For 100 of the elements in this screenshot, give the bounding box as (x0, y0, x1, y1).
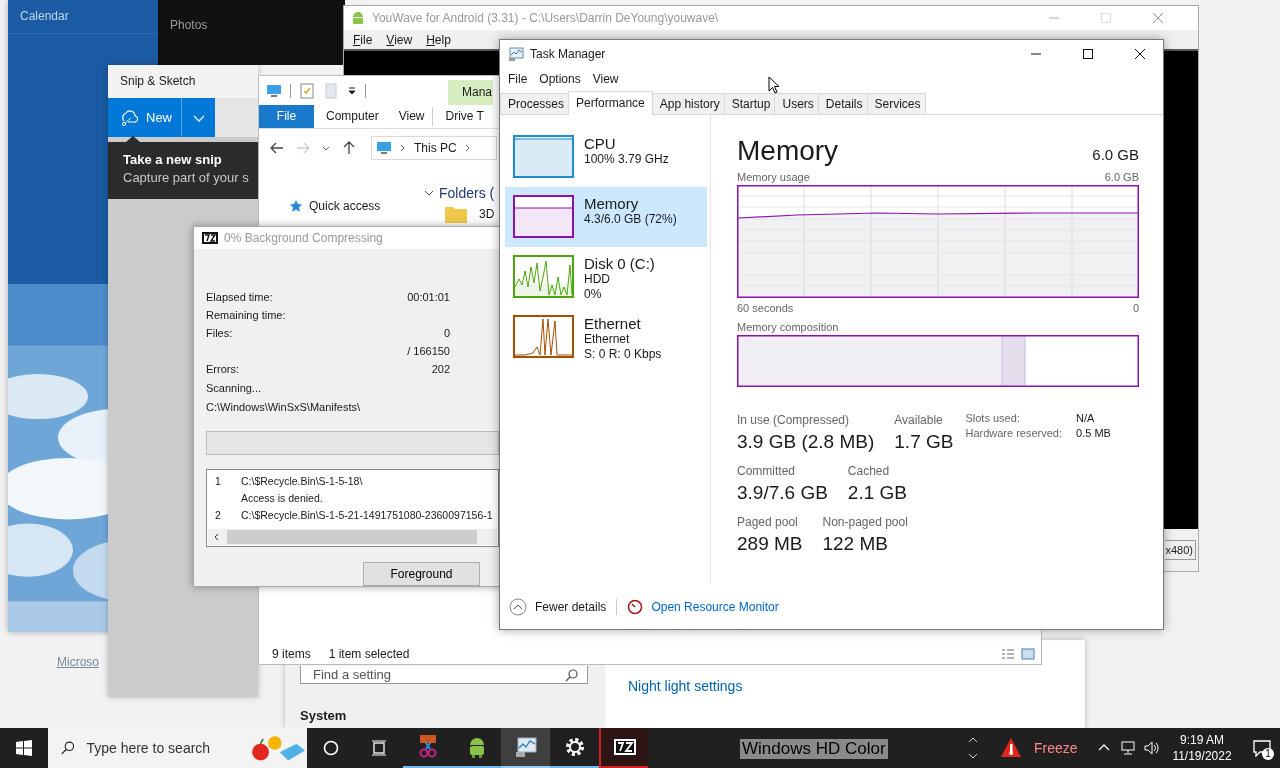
resource-item[interactable]: Ethernet Ethernet S: 0 R: 0 Kbps (505, 307, 707, 367)
stat-label: Paged pool (737, 514, 799, 530)
file-tab[interactable]: File (259, 105, 314, 128)
clock[interactable]: 9:19 AM 11/19/2022 (1164, 728, 1240, 768)
tab[interactable]: Performance (568, 91, 653, 115)
gauge-icon (627, 598, 644, 615)
new-snip-button[interactable]: New (108, 98, 181, 137)
resource-monitor-link[interactable]: Open Resource Monitor (651, 599, 779, 614)
field-label: Errors: (206, 363, 239, 375)
field-label: Remaining time: (206, 309, 286, 321)
resource-name: CPU (584, 135, 617, 152)
window-title: Task Manager (530, 47, 606, 61)
tab[interactable]: Details (817, 93, 868, 114)
stat-value: 1.7 GB (894, 430, 954, 454)
resource-item[interactable]: Memory 4.3/6.0 GB (72%) (505, 187, 707, 247)
scrollbar-thumb[interactable] (227, 530, 477, 544)
menu-item[interactable]: View (592, 72, 619, 86)
stat-value: 2.1 GB (847, 481, 907, 505)
taskbar-app[interactable] (599, 728, 648, 768)
resource-item[interactable]: Disk 0 (C:) HDD 0% (505, 247, 707, 307)
ribbon-tab[interactable]: View (386, 105, 433, 128)
tab[interactable]: Users (774, 93, 819, 114)
computer-icon[interactable] (266, 82, 282, 99)
entry-number: 1 (215, 474, 222, 489)
graph-max: 6.0 GB (1104, 171, 1139, 183)
tab[interactable]: Services (866, 93, 926, 114)
archive-logo-icon (202, 232, 218, 244)
menu-item[interactable]: Help (426, 32, 451, 47)
resource-item[interactable]: CPU 100% 3.79 GHz (505, 127, 707, 187)
status-text: x480) (1165, 540, 1196, 560)
network-icon[interactable] (1120, 740, 1136, 756)
stat-value: 3.9 GB (2.8 MB) (737, 430, 875, 454)
group-header[interactable]: Folders ( (424, 185, 495, 201)
menu-item[interactable]: Options (539, 72, 581, 86)
back-icon[interactable] (269, 140, 285, 156)
horizontal-scrollbar[interactable] (208, 529, 497, 545)
resource-detail: 4.3/6.0 GB (72%) (584, 212, 677, 227)
android-icon (350, 10, 366, 26)
message-icon (1252, 738, 1272, 758)
ribbon-tab[interactable]: Drive T (433, 105, 492, 128)
chevron-up-icon (509, 597, 527, 616)
star-icon (289, 199, 303, 213)
up-icon[interactable] (341, 140, 357, 156)
entry-text: Access is denied. (241, 491, 324, 506)
field-value: 00:01:01 (407, 291, 450, 303)
dropdown-icon[interactable] (347, 85, 357, 96)
notification-count: 1 (1262, 748, 1274, 760)
folder-label[interactable]: 3D (479, 207, 495, 221)
foreground-button[interactable]: Foreground (363, 562, 480, 586)
notifications-button[interactable]: 1 (1244, 728, 1280, 768)
window-title: 0% Background Compressing (224, 231, 383, 245)
time-text: 9:19 AM (1180, 732, 1224, 748)
tab[interactable]: Startup (723, 93, 776, 114)
menu-item[interactable]: View (386, 32, 413, 47)
chevron-right-icon (464, 144, 471, 152)
close-icon[interactable] (1134, 48, 1146, 60)
status-text: 9 items (272, 647, 311, 661)
stat-label: Committed (737, 463, 796, 479)
thermometer-warning-icon (1000, 737, 1022, 759)
tab[interactable]: App history (651, 93, 725, 114)
section-heading: System (300, 708, 348, 723)
stat-label: In use (Compressed) (737, 412, 851, 428)
menu-item[interactable]: File (353, 32, 373, 47)
current-path: C:\Windows\WinSxS\Manifests\ (206, 400, 362, 416)
menu-item[interactable]: File (508, 72, 528, 86)
stat-label: Available (894, 412, 944, 428)
taskbar-app[interactable] (501, 728, 550, 768)
maximize-icon[interactable] (1082, 48, 1094, 60)
fewer-details-link[interactable]: Fewer details (509, 597, 607, 616)
volume-icon[interactable] (1144, 740, 1160, 756)
search-field[interactable]: Find a setting (300, 666, 588, 684)
address-bar[interactable]: This PC (371, 136, 497, 160)
circle-icon (323, 740, 339, 756)
tab[interactable]: Processes (500, 93, 570, 114)
task-view-icon (371, 740, 387, 756)
axis-label: 60 seconds (737, 302, 794, 314)
manage-tab[interactable]: Mana (448, 80, 494, 105)
scroll-left-icon[interactable] (213, 533, 221, 541)
ribbon-tab[interactable]: Computer (314, 105, 387, 128)
search-input[interactable]: Find a setting (311, 666, 565, 683)
graph-label: Memory composition (737, 321, 839, 333)
search-field[interactable]: Type here to search (48, 728, 307, 768)
navigation-item[interactable]: Quick access (283, 194, 417, 218)
resource-detail: HDD (584, 272, 611, 287)
stat-label: Hardware reserved: (965, 427, 1063, 439)
search-input[interactable]: Type here to search (84, 739, 239, 757)
search-icon (61, 740, 75, 756)
total-memory: 6.0 GB (1092, 146, 1139, 163)
status-text: Scanning... (206, 380, 263, 396)
field-value: 202 (431, 363, 450, 375)
snip-icon (120, 108, 138, 127)
graph-label: Memory usage (737, 171, 810, 183)
entry-text: C:\$Recycle.Bin\S-1-5-18\ (241, 474, 363, 489)
stat-value: 289 MB (737, 532, 803, 556)
chevron-down-icon (968, 752, 978, 760)
window-title: Photos (170, 18, 208, 32)
night-light-link[interactable]: Night light settings (628, 678, 743, 694)
weather-widget[interactable]: Freeze (992, 728, 1092, 768)
resource-detail: S: 0 R: 0 Kbps (584, 347, 662, 362)
tooltip-text: Capture part of your s (123, 170, 250, 185)
